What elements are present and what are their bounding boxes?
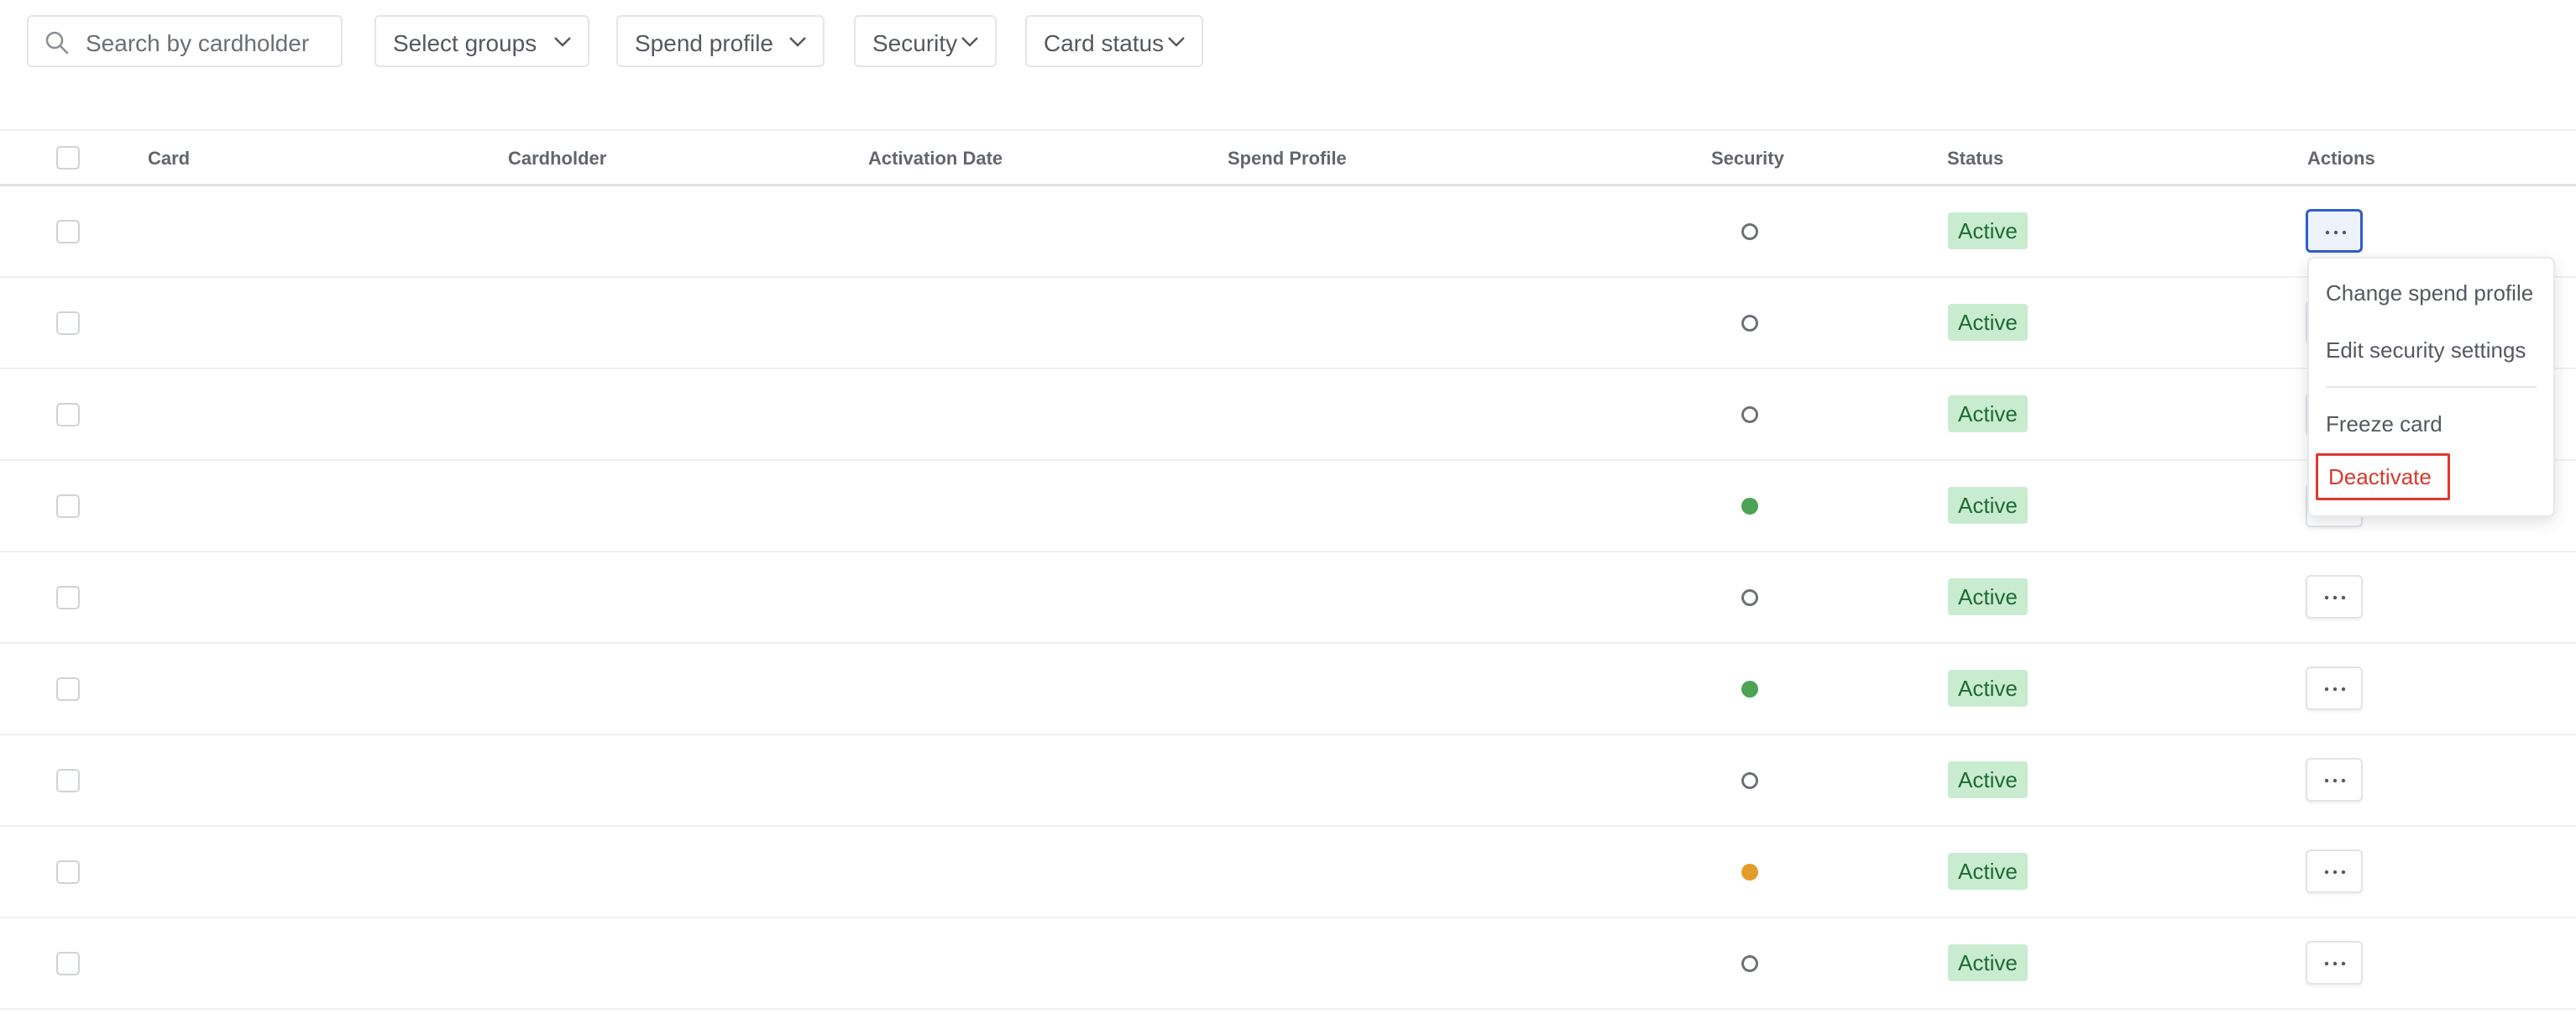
column-header-spend-profile[interactable]: Spend Profile <box>1228 148 1347 170</box>
spend-profile-dropdown[interactable]: Spend profile <box>616 15 825 67</box>
row-checkbox[interactable] <box>56 220 80 243</box>
table-row[interactable]: Active <box>0 278 2576 369</box>
row-checkbox[interactable] <box>56 860 80 884</box>
more-horizontal-icon <box>2324 778 2346 783</box>
security-status-indicator <box>1741 223 1758 240</box>
row-checkbox[interactable] <box>56 403 80 426</box>
row-checkbox[interactable] <box>56 311 80 335</box>
security-status-indicator <box>1741 681 1758 698</box>
more-horizontal-icon <box>2325 230 2347 235</box>
chevron-down-icon <box>961 37 978 47</box>
menu-item-freeze-card[interactable]: Freeze card <box>2326 411 2442 437</box>
row-actions-menu: Change spend profile Edit security setti… <box>2307 257 2555 517</box>
row-checkbox[interactable] <box>56 769 80 792</box>
search-placeholder: Search by cardholder <box>86 30 310 56</box>
security-dropdown[interactable]: Security <box>854 15 997 67</box>
search-input[interactable]: Search by cardholder <box>27 15 343 67</box>
chevron-down-icon <box>1168 37 1185 47</box>
row-checkbox[interactable] <box>56 952 80 975</box>
groups-dropdown-label: Select groups <box>393 30 537 56</box>
table-row[interactable]: Active <box>0 827 2576 918</box>
select-all-checkbox[interactable] <box>56 146 80 170</box>
card-status-dropdown[interactable]: Card status <box>1025 15 1203 67</box>
menu-item-change-spend-profile[interactable]: Change spend profile <box>2326 280 2533 306</box>
search-icon <box>45 31 69 55</box>
more-horizontal-icon <box>2324 595 2346 600</box>
table-row[interactable]: Active <box>0 186 2576 278</box>
security-status-indicator <box>1741 864 1758 881</box>
groups-dropdown[interactable]: Select groups <box>374 15 589 67</box>
row-checkbox[interactable] <box>56 677 80 701</box>
status-badge: Active <box>1948 395 2028 432</box>
column-header-activation-date[interactable]: Activation Date <box>868 148 1003 170</box>
row-actions-button[interactable] <box>2306 758 2363 802</box>
row-actions-button[interactable] <box>2306 941 2363 985</box>
status-badge: Active <box>1948 670 2028 707</box>
spend-profile-dropdown-label: Spend profile <box>635 30 774 56</box>
table-row[interactable]: Active <box>0 735 2576 827</box>
table-row[interactable]: Active <box>0 644 2576 735</box>
column-header-status[interactable]: Status <box>1947 148 2003 170</box>
security-status-indicator <box>1741 498 1758 515</box>
more-horizontal-icon <box>2324 870 2346 875</box>
status-badge: Active <box>1948 578 2028 615</box>
table-header: Card Cardholder Activation Date Spend Pr… <box>0 129 2576 186</box>
chevron-down-icon <box>554 37 571 47</box>
table-row[interactable]: Active <box>0 552 2576 644</box>
card-status-dropdown-label: Card status <box>1044 30 1165 56</box>
status-badge: Active <box>1948 944 2028 981</box>
security-status-indicator <box>1741 315 1758 332</box>
column-header-cardholder[interactable]: Cardholder <box>508 148 606 170</box>
status-badge: Active <box>1948 487 2028 524</box>
security-dropdown-label: Security <box>872 30 958 56</box>
row-actions-button[interactable] <box>2306 209 2363 253</box>
row-actions-button[interactable] <box>2306 666 2363 710</box>
table-row[interactable]: Active <box>0 461 2576 552</box>
chevron-down-icon <box>789 37 806 47</box>
column-header-card[interactable]: Card <box>148 148 190 170</box>
table-row[interactable]: Active <box>0 369 2576 461</box>
cards-table: Card Cardholder Activation Date Spend Pr… <box>0 129 2576 1010</box>
security-status-indicator <box>1741 589 1758 606</box>
row-actions-button[interactable] <box>2306 849 2363 893</box>
menu-item-edit-security-settings[interactable]: Edit security settings <box>2326 337 2526 363</box>
table-row[interactable]: Active <box>0 918 2576 1010</box>
security-status-indicator <box>1741 772 1758 789</box>
status-badge: Active <box>1948 304 2028 341</box>
column-header-security[interactable]: Security <box>1711 148 1784 170</box>
menu-divider <box>2326 386 2537 388</box>
status-badge: Active <box>1948 761 2028 798</box>
more-horizontal-icon <box>2324 687 2346 692</box>
row-checkbox[interactable] <box>56 586 80 609</box>
status-badge: Active <box>1948 212 2028 249</box>
status-badge: Active <box>1948 853 2028 890</box>
row-checkbox[interactable] <box>56 494 80 518</box>
row-actions-button[interactable] <box>2306 575 2363 619</box>
column-header-actions: Actions <box>2307 148 2375 169</box>
more-horizontal-icon <box>2324 961 2346 966</box>
security-status-indicator <box>1741 406 1758 423</box>
menu-item-deactivate[interactable]: Deactivate <box>2316 453 2450 500</box>
security-status-indicator <box>1741 955 1758 972</box>
